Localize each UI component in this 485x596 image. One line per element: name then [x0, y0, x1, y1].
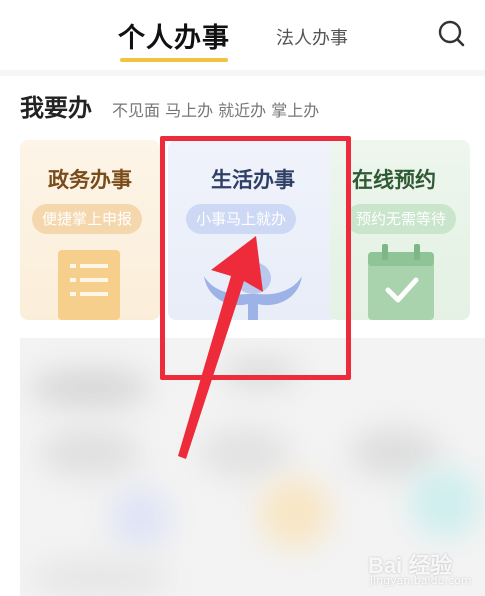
active-tab-indicator — [120, 58, 228, 62]
card-online-appointment[interactable]: 在线预约 预约无需等待 — [330, 140, 470, 320]
watermark-url: jingyan.baidu.com — [370, 574, 472, 587]
card-title: 政务办事 — [48, 168, 132, 192]
calendar-icon — [368, 244, 434, 320]
hands-icon — [204, 262, 302, 320]
search-button[interactable] — [436, 18, 468, 50]
card-gov-affairs[interactable]: 政务办事 便捷掌上申报 — [20, 140, 160, 320]
card-tag: 小事马上就办 — [186, 204, 297, 234]
card-title: 生活办事 — [211, 168, 295, 192]
tab-personal[interactable]: 个人办事 — [118, 16, 230, 55]
document-icon — [58, 250, 120, 320]
search-icon — [438, 20, 465, 47]
card-tag: 预约无需等待 — [346, 204, 457, 234]
card-title: 在线预约 — [352, 168, 436, 192]
tab-corporate[interactable]: 法人办事 — [276, 24, 348, 50]
card-life-affairs[interactable]: 生活办事 小事马上就办 — [168, 140, 338, 320]
section-title: 我要办 — [20, 94, 92, 122]
header-divider — [0, 70, 485, 76]
section-subtitle: 不见面 马上办 就近办 掌上办 — [112, 101, 320, 120]
top-tab-bar: 个人办事 法人办事 — [0, 0, 485, 70]
watermark: Bai 经验 jingyan.baidu.com — [360, 540, 480, 590]
card-tag: 便捷掌上申报 — [32, 204, 143, 234]
